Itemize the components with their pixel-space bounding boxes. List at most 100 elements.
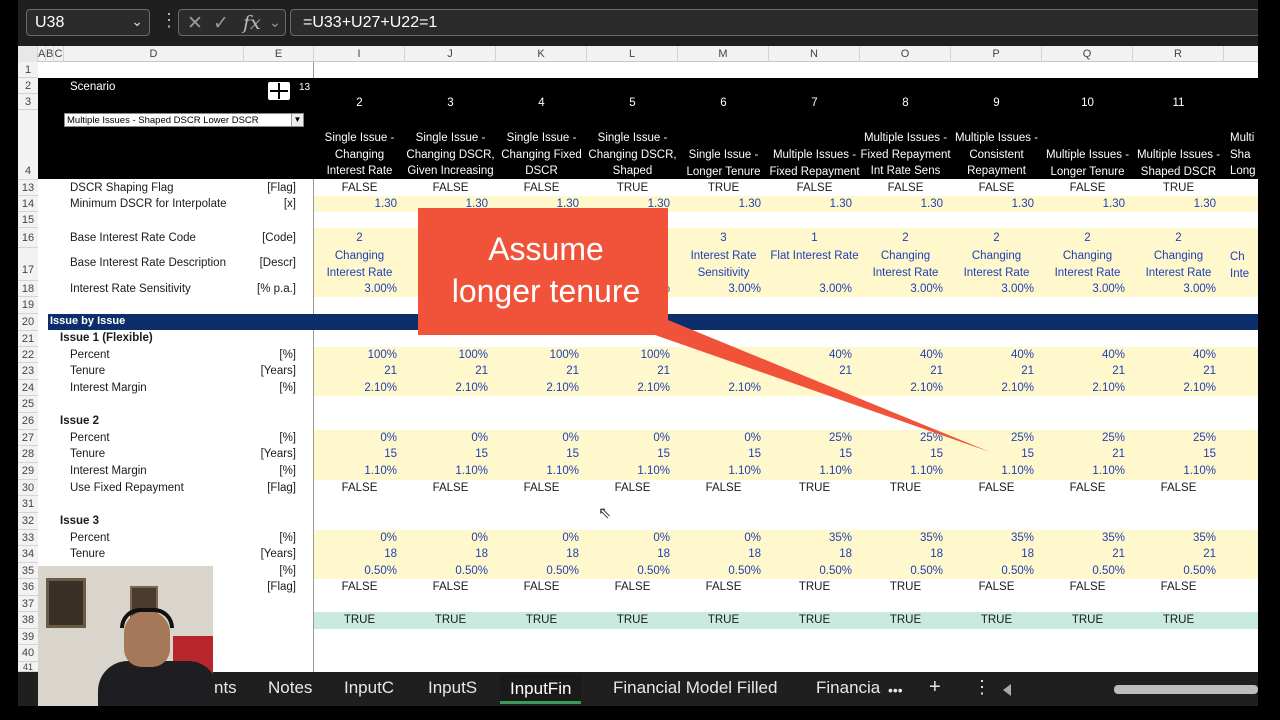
grid-cell[interactable]: 1.30 — [405, 198, 488, 210]
grid-cell[interactable]: 0% — [405, 532, 488, 544]
grid-cell[interactable]: TRUE — [860, 581, 951, 593]
grid-cell[interactable]: 2.10% — [1133, 382, 1216, 394]
grid-cell[interactable]: 21 — [314, 365, 397, 377]
grid-cell[interactable]: FALSE — [678, 482, 769, 494]
row-header[interactable]: 29 — [18, 463, 38, 480]
row-header[interactable]: 38 — [18, 612, 38, 629]
grid-cell[interactable]: FALSE — [405, 581, 496, 593]
grid-cell[interactable]: 0.50% — [405, 565, 488, 577]
horizontal-scrollbar[interactable] — [1114, 685, 1258, 694]
dropdown-arrow-icon[interactable]: ▼ — [291, 114, 303, 126]
row-header[interactable]: 41 — [18, 662, 38, 672]
grid-cell[interactable]: 1.30 — [951, 198, 1034, 210]
col-header[interactable]: A — [38, 46, 46, 62]
grid-cell[interactable]: 0.50% — [587, 565, 670, 577]
grid-cell[interactable]: TRUE — [1133, 182, 1224, 194]
grid-cell[interactable]: 40% — [1042, 349, 1125, 361]
grid-cell[interactable]: 0.50% — [1042, 565, 1125, 577]
grid-cell[interactable]: 2.10% — [496, 382, 579, 394]
col-header[interactable]: D — [64, 46, 244, 62]
row-header[interactable]: 40 — [18, 645, 38, 662]
row-header[interactable]: 4 — [18, 110, 38, 180]
grid-cell[interactable]: 21 — [1042, 548, 1125, 560]
grid-cell[interactable]: 1.30 — [1042, 198, 1125, 210]
grid-cell[interactable]: FALSE — [860, 182, 951, 194]
grid-cell[interactable]: TRUE — [860, 614, 951, 626]
more-sheets-icon[interactable]: ••• — [888, 682, 903, 698]
expand-chevron-icon[interactable]: ⌄ — [269, 14, 281, 31]
grid-cell[interactable]: 3 — [678, 232, 769, 244]
grid-cell[interactable]: 21 — [951, 365, 1034, 377]
formula-input[interactable]: =U33+U27+U22=1 — [290, 9, 1258, 36]
grid-cell[interactable]: 25% — [951, 432, 1034, 444]
grid-cell[interactable]: 21 — [769, 365, 852, 377]
grid-cell[interactable]: 0.50% — [678, 565, 761, 577]
grid-cell[interactable]: 0% — [314, 532, 397, 544]
col-header[interactable]: C — [54, 46, 64, 62]
grid-cell[interactable]: 0.50% — [1133, 565, 1216, 577]
name-box[interactable]: U38 ⌄ — [26, 9, 150, 36]
col-header[interactable]: K — [496, 46, 587, 62]
grid-cell[interactable]: 40% — [769, 349, 852, 361]
add-sheet-icon[interactable]: + — [929, 676, 941, 699]
grid-cell[interactable]: FALSE — [314, 182, 405, 194]
row-header[interactable]: 18 — [18, 281, 38, 297]
grid-cell[interactable]: 2.10% — [587, 382, 670, 394]
grid-cell[interactable]: 1.10% — [496, 465, 579, 477]
row-header[interactable]: 3 — [18, 94, 38, 110]
grid-cell[interactable]: 100% — [314, 349, 397, 361]
grid-cell[interactable]: 15 — [496, 448, 579, 460]
grid-cell[interactable]: 1.30 — [314, 198, 397, 210]
grid-cell[interactable]: FALSE — [951, 182, 1042, 194]
grid-cell[interactable]: 3.00% — [1133, 283, 1216, 295]
grid-cell[interactable]: 0% — [587, 432, 670, 444]
grid-cell[interactable]: 1.30 — [860, 198, 943, 210]
row-header[interactable]: 31 — [18, 496, 38, 513]
grid-cell[interactable]: 1.10% — [951, 465, 1034, 477]
grid-cell[interactable]: 2.10% — [678, 382, 761, 394]
grid-cell[interactable]: 15 — [587, 448, 670, 460]
row-header[interactable]: 21 — [18, 331, 38, 347]
row-header[interactable]: 30 — [18, 480, 38, 496]
row-header[interactable]: 32 — [18, 513, 38, 530]
grid-cell[interactable]: Changing Interest Rate — [860, 248, 951, 281]
grid-cell[interactable]: 35% — [1042, 532, 1125, 544]
col-header[interactable]: J — [405, 46, 496, 62]
grid-cell[interactable]: 18 — [405, 548, 488, 560]
grid-cell[interactable]: 21 — [405, 365, 488, 377]
row-header[interactable]: 26 — [18, 413, 38, 430]
row-header[interactable]: 14 — [18, 196, 38, 212]
grid-cell[interactable]: 15 — [1133, 448, 1216, 460]
grid-cell[interactable]: 2.10% — [951, 382, 1034, 394]
grid-cell[interactable]: FALSE — [1133, 482, 1224, 494]
grid-cell[interactable]: 1.10% — [314, 465, 397, 477]
grid-cell[interactable]: FALSE — [314, 482, 405, 494]
grid-cell[interactable]: 2.10% — [1042, 382, 1125, 394]
row-header[interactable]: 19 — [18, 297, 38, 314]
grid-cell[interactable]: TRUE — [678, 614, 769, 626]
grid-cell[interactable]: 1.10% — [860, 465, 943, 477]
grid-cell[interactable]: 18 — [769, 548, 852, 560]
grid-cell[interactable]: 18 — [496, 548, 579, 560]
grid-cell[interactable]: TRUE — [405, 614, 496, 626]
grid-cell[interactable]: 21 — [1042, 365, 1125, 377]
grid-cell[interactable]: 15 — [951, 448, 1034, 460]
grid-cell[interactable]: 35% — [951, 532, 1034, 544]
grid-cell[interactable]: 2 — [860, 232, 951, 244]
grid-cell[interactable]: FALSE — [587, 581, 678, 593]
row-header[interactable]: 34 — [18, 546, 38, 563]
grid-cell[interactable]: TRUE — [1133, 614, 1224, 626]
grid-cell[interactable]: Interest Rate Sensitivity — [678, 248, 769, 281]
grid-cell[interactable]: TRUE — [769, 482, 860, 494]
grid-cell[interactable]: TRUE — [1042, 614, 1133, 626]
sheet-tab[interactable]: Financial Model Filled — [613, 678, 777, 698]
cancel-icon[interactable]: ✕ — [187, 12, 203, 35]
grid-cell[interactable]: 2.10% — [314, 382, 397, 394]
grid-cell[interactable]: FALSE — [405, 482, 496, 494]
row-header[interactable]: 17 — [18, 248, 38, 281]
grid-cell[interactable]: FALSE — [1042, 581, 1133, 593]
grid-cell[interactable]: 3.00% — [769, 283, 852, 295]
row-header[interactable]: 23 — [18, 363, 38, 380]
grid-cell[interactable]: 0% — [678, 432, 761, 444]
grid-cell[interactable]: 3.00% — [951, 283, 1034, 295]
